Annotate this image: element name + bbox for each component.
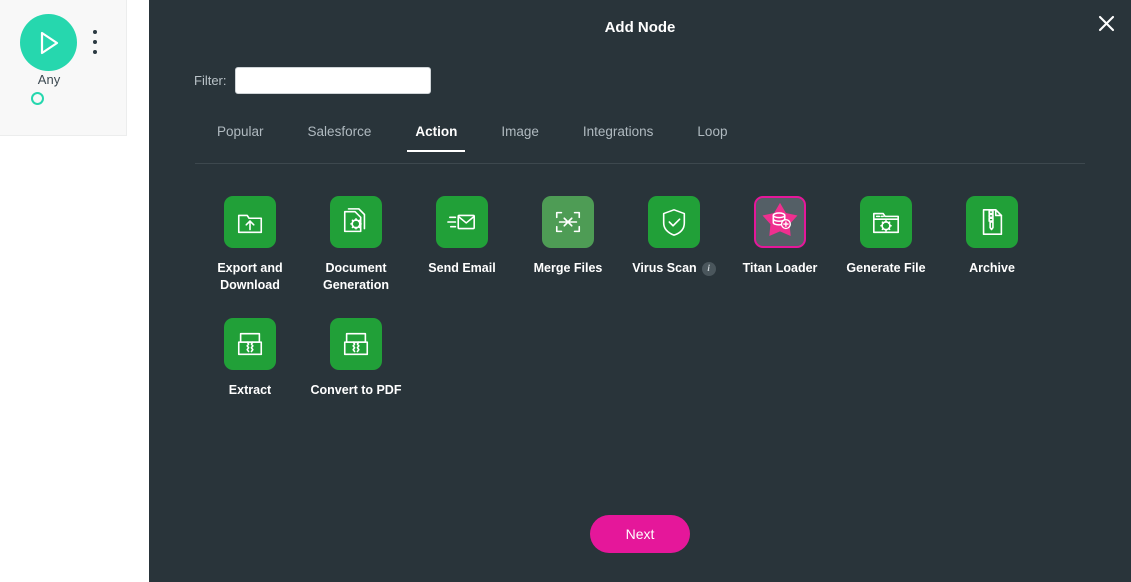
node-option-label: Send Email (428, 261, 496, 275)
node-option-convert-to-pdf[interactable]: Convert to PDF (303, 318, 409, 399)
node-option-label-wrap: Virus Scan i (632, 260, 716, 277)
extract-box-icon[interactable] (224, 318, 276, 370)
convert-pdf-box-icon[interactable] (330, 318, 382, 370)
filter-label: Filter: (194, 73, 227, 88)
next-button[interactable]: Next (590, 515, 690, 553)
node-option-label: Archive (969, 261, 1015, 275)
workflow-node-any[interactable]: Any (0, 0, 127, 136)
node-option-label-wrap: Archive (969, 260, 1015, 277)
play-icon[interactable] (20, 14, 77, 71)
merge-arrows-icon[interactable] (542, 196, 594, 248)
tab-integrations[interactable]: Integrations (561, 124, 676, 151)
document-gear-icon[interactable] (330, 196, 382, 248)
node-option-archive[interactable]: Archive (939, 196, 1045, 294)
node-option-titan-loader[interactable]: Titan Loader (727, 196, 833, 294)
node-option-label-wrap: Merge Files (534, 260, 603, 277)
star-database-plus-icon[interactable] (754, 196, 806, 248)
workflow-canvas: Any (0, 0, 149, 582)
node-option-send-email[interactable]: Send Email (409, 196, 515, 294)
node-option-label-wrap: Send Email (428, 260, 495, 277)
window-gear-icon[interactable] (860, 196, 912, 248)
node-grid: Export and Download Document Generation Se… (197, 196, 1097, 399)
node-option-document-generation[interactable]: Document Generation (303, 196, 409, 294)
shield-check-icon[interactable] (648, 196, 700, 248)
node-option-extract[interactable]: Extract (197, 318, 303, 399)
workflow-node-label: Any (37, 72, 61, 87)
node-option-label-wrap: Generate File (846, 260, 925, 277)
tab-loop[interactable]: Loop (675, 124, 749, 151)
node-connectors (0, 92, 98, 105)
node-option-label: Generate File (846, 261, 926, 275)
node-option-label: Titan Loader (742, 261, 818, 275)
node-option-label: Virus Scan (632, 261, 697, 275)
tab-salesforce[interactable]: Salesforce (286, 124, 394, 151)
tab-image[interactable]: Image (479, 124, 561, 151)
node-option-label: Merge Files (533, 261, 603, 275)
node-option-generate-file[interactable]: Generate File (833, 196, 939, 294)
folder-upload-icon[interactable] (224, 196, 276, 248)
filter-row: Filter: (194, 67, 431, 94)
tab-popular[interactable]: Popular (195, 124, 286, 151)
node-option-label-wrap: Extract (229, 382, 271, 399)
node-option-export-and-download[interactable]: Export and Download (197, 196, 303, 294)
zip-file-icon[interactable] (966, 196, 1018, 248)
close-icon[interactable] (1091, 8, 1121, 38)
modal-title: Add Node (604, 19, 676, 36)
node-option-merge-files[interactable]: Merge Files (515, 196, 621, 294)
app-root: Any Add Node Filter: Popular Salesforce Ac… (0, 0, 1131, 582)
node-option-label: Extract (228, 383, 272, 397)
tab-action[interactable]: Action (393, 124, 479, 152)
connector-circle-icon[interactable] (31, 92, 44, 105)
node-option-virus-scan[interactable]: Virus Scan i (621, 196, 727, 294)
node-option-label-wrap: Convert to PDF (311, 382, 402, 399)
node-option-label-wrap: Export and Download (198, 260, 302, 294)
node-option-label: Document Generation (323, 261, 389, 292)
node-option-label-wrap: Titan Loader (743, 260, 818, 277)
node-option-label: Convert to PDF (310, 383, 402, 397)
category-tabs: Popular Salesforce Action Image Integrations… (195, 124, 1085, 164)
node-option-label: Export and Download (217, 261, 283, 292)
envelope-send-icon[interactable] (436, 196, 488, 248)
info-icon[interactable]: i (701, 261, 716, 276)
kebab-menu-icon[interactable] (88, 28, 102, 56)
add-plus-icon[interactable] (54, 92, 67, 105)
add-node-modal: Add Node Filter: Popular Salesforce Action… (149, 0, 1131, 582)
search-input[interactable] (234, 67, 431, 94)
node-option-label-wrap: Document Generation (304, 260, 408, 294)
